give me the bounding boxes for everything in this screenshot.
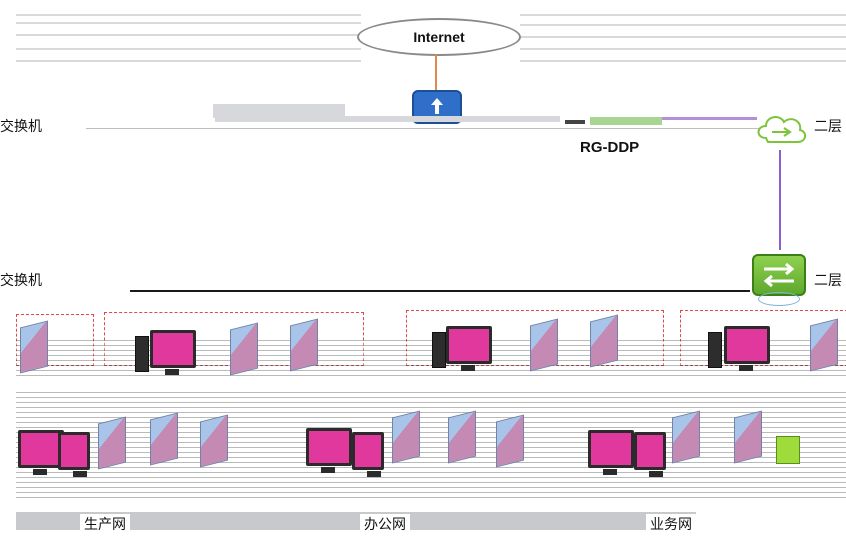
band-line	[520, 60, 846, 62]
internet-label: Internet	[413, 29, 465, 45]
ddp-label: RG-DDP	[580, 139, 640, 156]
server-icon	[20, 320, 48, 374]
core-line	[86, 128, 766, 129]
layer3-switch-icon	[752, 254, 806, 296]
cabling-area	[16, 392, 846, 502]
server-icon	[290, 318, 318, 372]
ddp-link	[662, 117, 757, 120]
zone-label: 办公网	[360, 514, 410, 534]
server-icon	[734, 410, 762, 464]
band-line	[16, 60, 361, 62]
pc-monitor-icon	[588, 430, 634, 475]
pc-monitor-icon	[446, 326, 492, 371]
server-icon	[98, 416, 126, 470]
pc-tower-icon	[432, 332, 446, 368]
server-icon	[200, 414, 228, 468]
zone-label: 生产网	[80, 514, 130, 534]
pc-tower-icon	[135, 336, 149, 372]
band-line	[16, 14, 361, 16]
pc-tower-icon	[708, 332, 722, 368]
band-line	[520, 48, 846, 50]
band-line	[16, 34, 361, 36]
server-icon	[150, 412, 178, 466]
ddp-cloud-icon	[754, 108, 810, 155]
aggregation-line	[130, 290, 750, 292]
pc-monitor-icon	[724, 326, 770, 371]
right-top-label: 二层	[814, 118, 842, 134]
internet-cloud-icon: Internet	[357, 18, 521, 56]
left-core-label: 交换机	[0, 118, 42, 134]
ddp-vertical-link	[779, 150, 781, 250]
server-icon	[496, 414, 524, 468]
pc-monitor-icon	[150, 330, 196, 375]
core-bar	[215, 116, 560, 122]
server-icon	[590, 314, 618, 368]
band-line	[16, 22, 361, 24]
port-marker	[565, 120, 585, 124]
right-mid-label: 二层	[814, 272, 842, 288]
band-line	[16, 48, 361, 50]
band-line	[520, 36, 846, 38]
pc-monitor-icon	[352, 432, 384, 477]
ddp-bar	[590, 117, 662, 125]
switch-base-ring	[758, 292, 800, 306]
server-icon	[672, 410, 700, 464]
pc-monitor-icon	[634, 432, 666, 477]
pc-monitor-icon	[306, 428, 352, 473]
band-line	[520, 24, 846, 26]
server-icon	[810, 318, 838, 372]
server-icon	[392, 410, 420, 464]
server-icon	[530, 318, 558, 372]
device-icon	[776, 436, 800, 464]
uplink-line	[435, 54, 437, 92]
server-icon	[230, 322, 258, 376]
left-agg-label: 交换机	[0, 272, 42, 288]
zone-label: 业务网	[646, 514, 696, 534]
pc-monitor-icon	[58, 432, 90, 477]
server-icon	[448, 410, 476, 464]
band-line	[520, 14, 846, 16]
